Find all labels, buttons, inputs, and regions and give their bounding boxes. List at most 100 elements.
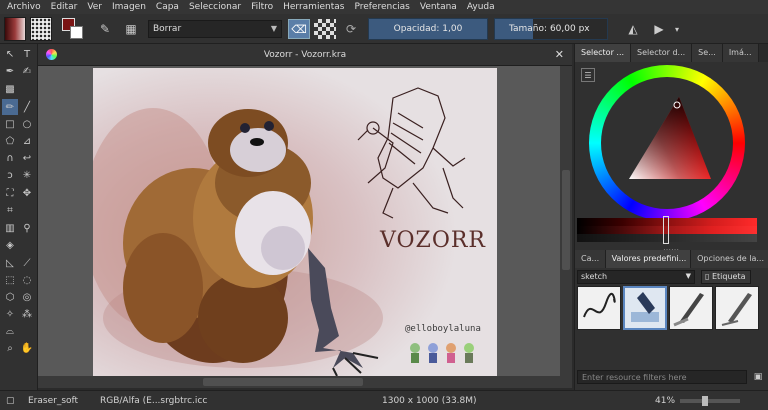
horizontal-scroll-thumb[interactable] xyxy=(203,378,363,386)
preserve-alpha-button[interactable] xyxy=(314,19,336,39)
brush-preset-item-selected[interactable] xyxy=(623,286,667,330)
rectangle-tool-icon[interactable]: □ xyxy=(2,116,18,132)
freehand-path-icon[interactable]: ↩ xyxy=(19,150,35,166)
gradient-tool-icon[interactable]: ▥ xyxy=(2,220,18,236)
bezier-tool-icon[interactable]: ∩ xyxy=(2,150,18,166)
strip-marker[interactable] xyxy=(663,216,669,244)
tab-se[interactable]: Se... xyxy=(692,44,723,62)
tag-value: sketch xyxy=(581,272,608,281)
selector-settings-icon[interactable]: ☰ xyxy=(581,68,595,82)
menu-preferencias[interactable]: Preferencias xyxy=(349,2,414,12)
freehand-select-icon[interactable]: ◎ xyxy=(19,289,35,305)
horizontal-mirror-icon[interactable]: ◭ xyxy=(622,19,644,39)
rect-select-icon[interactable]: ⬚ xyxy=(2,272,18,288)
size-label: Tamaño: xyxy=(509,24,548,34)
color-picker-icon[interactable]: ⚲ xyxy=(19,220,35,236)
polyline-tool-icon[interactable]: ⊿ xyxy=(19,133,35,149)
color-wheel[interactable] xyxy=(589,65,745,221)
opacity-slider[interactable]: Opacidad: 1,00 xyxy=(368,18,488,40)
menu-editar[interactable]: Editar xyxy=(46,2,83,12)
size-slider[interactable]: Tamaño: 60,00 px xyxy=(494,18,608,40)
menu-filtro[interactable]: Filtro xyxy=(246,2,278,12)
brush-presets-icon[interactable]: ▦ xyxy=(120,19,142,39)
menu-ver[interactable]: Ver xyxy=(82,2,107,12)
chevron-down-icon: ▼ xyxy=(270,24,277,33)
tab-selector-color[interactable]: Selector ... xyxy=(575,44,632,62)
measure-tool-icon[interactable]: ⟋ xyxy=(19,255,35,271)
fill-tool-icon[interactable]: ◈ xyxy=(2,237,18,253)
horizontal-scrollbar[interactable] xyxy=(38,376,572,388)
multibrush-icon[interactable]: ✳ xyxy=(19,167,35,183)
color-swatches[interactable] xyxy=(62,18,84,40)
calligraphy-icon[interactable]: ✍ xyxy=(19,63,35,79)
polygon-select-icon[interactable]: ⬡ xyxy=(2,289,18,305)
menu-archivo[interactable]: Archivo xyxy=(2,2,46,12)
magic-wand-icon[interactable]: ✧ xyxy=(2,306,18,322)
pattern-selector[interactable] xyxy=(30,17,52,41)
zoom-tool-icon[interactable]: ⌕ xyxy=(2,340,18,356)
crop-tool-icon[interactable]: ⌗ xyxy=(2,202,18,218)
zoom-slider[interactable] xyxy=(680,396,740,406)
text-tool-icon[interactable]: T xyxy=(19,46,35,62)
close-icon[interactable]: ✕ xyxy=(555,48,564,61)
select-shapes-icon[interactable]: ↖ xyxy=(2,46,18,62)
size-value: 60,00 px xyxy=(549,24,590,34)
mirror-options-chevron-icon[interactable]: ▾ xyxy=(672,19,682,39)
brush-preset-dropdown[interactable]: Borrar ▼ xyxy=(148,20,282,38)
menu-herramientas[interactable]: Herramientas xyxy=(278,2,349,12)
line-tool-icon[interactable]: ╱ xyxy=(19,99,35,115)
move-tool-icon[interactable]: ✥ xyxy=(19,185,35,201)
brush-preset-grid xyxy=(577,286,765,332)
polygon-tool-icon[interactable]: ⬠ xyxy=(2,133,18,149)
background-color-swatch[interactable] xyxy=(70,26,83,39)
tag-button-label: Etiqueta xyxy=(711,272,746,281)
resource-filter-input[interactable]: Enter resource filters here xyxy=(577,370,747,384)
menu-seleccionar[interactable]: Seleccionar xyxy=(184,2,246,12)
similar-select-icon[interactable]: ⁂ xyxy=(19,306,35,322)
freehand-brush-icon[interactable]: ✏ xyxy=(2,99,18,115)
zoom-slider-knob[interactable] xyxy=(702,396,708,406)
fill-shapes-icon[interactable]: ▩ xyxy=(2,81,18,97)
eraser-mode-button[interactable]: ⌫ xyxy=(288,19,310,39)
tab-imagen[interactable]: Imá... xyxy=(722,44,759,62)
ellipse-tool-icon[interactable]: ○ xyxy=(19,116,35,132)
save-icon[interactable]: ▣ xyxy=(751,370,765,384)
gradient-selector[interactable] xyxy=(4,17,26,41)
status-bar: ▢ Eraser_soft RGB/Alfa (E...srgbtrc.icc … xyxy=(0,390,768,410)
vertical-scroll-thumb[interactable] xyxy=(562,170,570,270)
brush-preset-name: Borrar xyxy=(153,24,182,34)
bezier-select-icon[interactable]: ⌓ xyxy=(2,323,18,339)
brush-preset-item[interactable] xyxy=(577,286,621,330)
brush-editor-icon[interactable]: ✎ xyxy=(94,19,116,39)
status-preset: Eraser_soft xyxy=(28,396,79,406)
menu-ayuda[interactable]: Ayuda xyxy=(462,2,500,12)
edit-shapes-icon[interactable]: ✒ xyxy=(2,63,18,79)
menu-capa[interactable]: Capa xyxy=(151,2,184,12)
vertical-mirror-icon[interactable]: ▶ xyxy=(648,19,670,39)
tab-selector-digital[interactable]: Selector d... xyxy=(631,44,693,62)
vertical-scrollbar[interactable] xyxy=(560,66,572,376)
tab-brush-presets[interactable]: Valores predefini... xyxy=(605,250,692,268)
color-docker-tabs: Selector ... Selector d... Se... Imá... xyxy=(575,44,768,62)
color-triangle[interactable] xyxy=(623,95,713,185)
brush-preset-item[interactable] xyxy=(715,286,759,330)
tag-dropdown[interactable]: sketch ▼ xyxy=(577,270,695,284)
menu-imagen[interactable]: Imagen xyxy=(107,2,151,12)
pen-preview xyxy=(721,293,752,326)
status-colorspace[interactable]: RGB/Alfa (E...srgbtrc.icc xyxy=(100,396,207,406)
status-eraser-icon: ▢ xyxy=(6,396,15,406)
transform-tool-icon[interactable]: ⛶ xyxy=(2,185,18,201)
tab-tool-options[interactable]: Opciones de la... xyxy=(691,250,768,268)
pan-tool-icon[interactable]: ✋ xyxy=(19,340,35,356)
document-tab[interactable]: Vozorr - Vozorr.kra ✕ xyxy=(38,44,572,66)
reload-preset-icon[interactable]: ⟳ xyxy=(340,19,362,39)
ellipse-select-icon[interactable]: ◌ xyxy=(19,272,35,288)
tag-button[interactable]: ▯ Etiqueta xyxy=(701,270,751,284)
assistant-tool-icon[interactable]: ◺ xyxy=(2,255,18,271)
dynamic-brush-icon[interactable]: ↄ xyxy=(2,167,18,183)
tab-capas[interactable]: Ca... xyxy=(575,250,606,268)
presets-docker-tabs: Ca... Valores predefini... Opciones de l… xyxy=(575,250,768,268)
menu-ventana[interactable]: Ventana xyxy=(415,2,462,12)
artwork-canvas[interactable]: VOZORR @elloboylaluna xyxy=(93,68,497,376)
brush-preset-item[interactable] xyxy=(669,286,713,330)
